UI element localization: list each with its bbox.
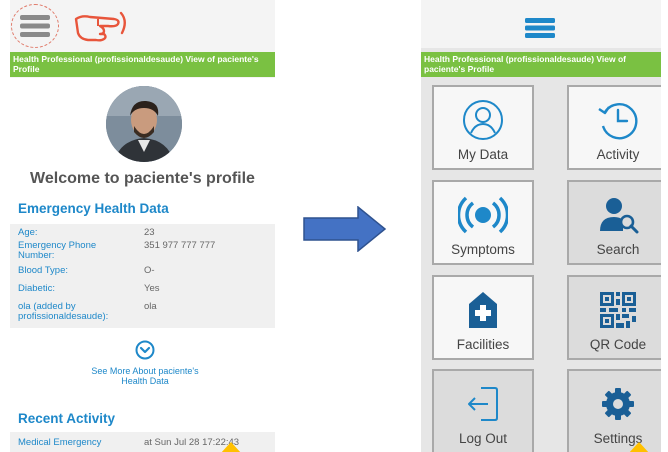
logout-icon	[468, 386, 498, 421]
emergency-data-table: Age: 23 Emergency Phone Number: 351 977 …	[10, 224, 275, 328]
menu-button[interactable]	[11, 4, 59, 48]
tile-label: Log Out	[458, 431, 508, 446]
tile-symptoms[interactable]: Symptoms	[432, 180, 534, 265]
tile-activity[interactable]: Activity	[567, 85, 661, 170]
profile-banner: Health Professional (profissionaldesaude…	[10, 52, 275, 77]
tile-qr-code[interactable]: QR Code	[567, 275, 661, 360]
tile-settings[interactable]: Settings	[567, 369, 661, 452]
field-label: Blood Type:	[18, 265, 69, 276]
tile-facilities[interactable]: Facilities	[432, 275, 534, 360]
tap-indicator	[628, 442, 650, 452]
menu-screen: Health Professional (profissionaldesaude…	[421, 0, 661, 452]
hamburger-menu-icon[interactable]	[525, 18, 555, 38]
profile-banner: Health Professional (profissionaldesaude…	[421, 52, 661, 77]
tile-label: QR Code	[589, 337, 647, 352]
user-search-icon	[600, 197, 639, 233]
tile-label: My Data	[457, 147, 509, 162]
chevron-down-icon[interactable]	[135, 340, 155, 360]
broadcast-icon	[458, 196, 508, 233]
field-value: 23	[144, 227, 155, 238]
tile-label: Facilities	[456, 337, 510, 352]
profile-content: Welcome to paciente's profile Emergency …	[10, 78, 275, 452]
tap-indicator	[220, 442, 242, 452]
qr-code-icon	[600, 291, 636, 328]
see-more-link[interactable]: See More About paciente's Health Data	[90, 366, 200, 386]
welcome-heading: Welcome to paciente's profile	[30, 170, 255, 187]
field-value: 351 977 777 777	[144, 240, 216, 251]
field-label: Emergency Phone Number:	[18, 240, 97, 261]
hamburger-menu-icon	[20, 15, 50, 37]
top-bar	[421, 0, 661, 48]
tile-label: Activity	[596, 147, 640, 162]
arrow-right-icon	[303, 206, 387, 252]
tile-label: Symptoms	[451, 242, 515, 257]
tile-my-data[interactable]: My Data	[432, 85, 534, 170]
top-bar	[10, 0, 275, 48]
field-value: O-	[144, 265, 155, 276]
tile-label: Search	[596, 242, 640, 257]
field-label: ola (added by profissionaldesaude):	[18, 301, 109, 322]
profile-screen: Health Professional (profissionaldesaude…	[10, 0, 275, 452]
field-value: Yes	[144, 283, 160, 294]
field-value: ola	[144, 301, 157, 312]
field-label: Age:	[18, 227, 38, 238]
history-clock-icon	[598, 102, 638, 139]
tile-search[interactable]: Search	[567, 180, 661, 265]
gear-icon	[602, 387, 634, 420]
avatar	[106, 86, 182, 162]
activity-label: Medical Emergency	[18, 437, 102, 448]
field-label: Diabetic:	[18, 283, 55, 294]
hospital-icon	[469, 291, 497, 328]
recent-activity-title: Recent Activity	[18, 411, 116, 426]
emergency-section-title: Emergency Health Data	[18, 201, 169, 216]
pointing-hand-icon	[74, 11, 126, 42]
user-circle-icon	[463, 99, 503, 140]
tile-log-out[interactable]: Log Out	[432, 369, 534, 452]
